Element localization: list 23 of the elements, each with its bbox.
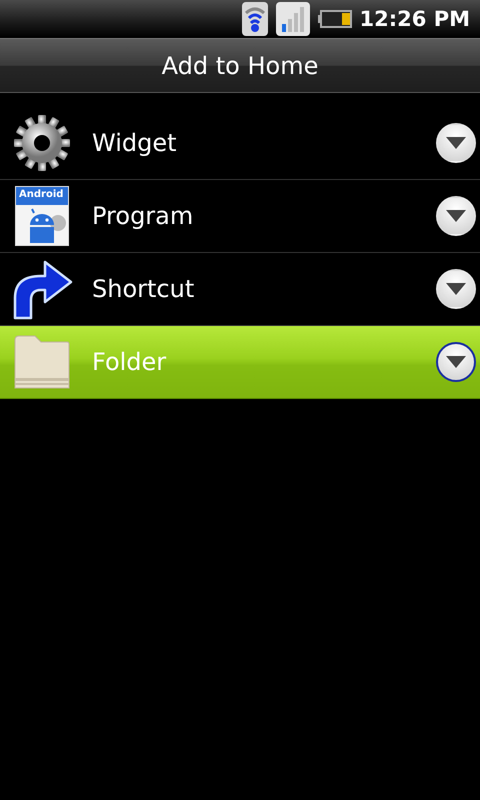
triangle-down-icon	[446, 283, 466, 295]
battery-icon	[318, 10, 352, 28]
wifi-icon	[242, 2, 268, 36]
list-item[interactable]: Android Program	[0, 180, 480, 253]
dropdown-button[interactable]	[436, 123, 476, 163]
dialog-title: Add to Home	[162, 52, 318, 80]
dropdown-button[interactable]	[436, 342, 476, 382]
triangle-down-icon	[446, 356, 466, 368]
triangle-down-icon	[446, 137, 466, 149]
item-label: Widget	[92, 129, 178, 157]
signal-icon	[276, 2, 310, 36]
triangle-down-icon	[446, 210, 466, 222]
item-label: Shortcut	[92, 275, 196, 303]
item-label: Program	[92, 202, 194, 230]
folder-icon	[13, 334, 71, 390]
list-item[interactable]: Widget	[0, 107, 480, 180]
dropdown-button[interactable]	[436, 269, 476, 309]
clock-time: 12:26 PM	[360, 7, 470, 31]
dropdown-button[interactable]	[436, 196, 476, 236]
icon-label: Android	[19, 189, 64, 200]
gear-icon	[12, 113, 72, 173]
item-label: Folder	[92, 348, 168, 376]
curved-arrow-icon	[11, 258, 73, 320]
